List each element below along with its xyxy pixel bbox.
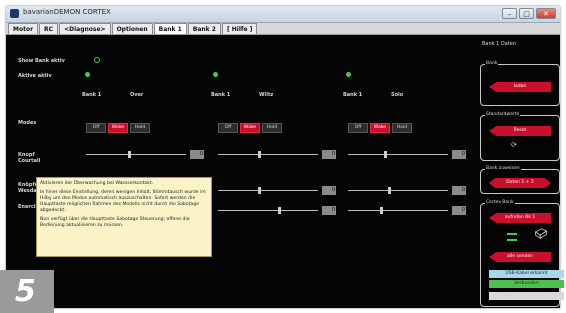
mode-selector-1: Off Wake Hold [86, 123, 150, 133]
value-box[interactable]: 0 [190, 150, 204, 159]
row-1-label: Knopf Courtall [18, 152, 41, 164]
column-1-name: Over [130, 92, 144, 98]
slider-r1-c3[interactable]: 0 [348, 150, 466, 160]
maximize-button[interactable]: □ [519, 8, 534, 19]
defaults-panel-title: Standardwerte [485, 112, 521, 117]
value-box[interactable]: 0 [322, 186, 336, 195]
reset-button[interactable]: Reset [489, 126, 551, 136]
tab-bar: Motor RC <Diagnose> Optionen Bank 1 Bank… [6, 23, 560, 35]
tab-rc[interactable]: RC [39, 23, 59, 34]
tooltip-line-3: Nun verfügt über die Haupttaste Sabotage… [40, 217, 190, 228]
mode-wake-button[interactable]: Wake [370, 123, 390, 133]
slider-r1-c1[interactable]: 0 [86, 150, 204, 160]
value-box[interactable]: 0 [452, 206, 466, 215]
mode-off-button[interactable]: Off [86, 123, 106, 133]
column-3-bank: Bank 1 [343, 92, 363, 98]
active-label: Aktive aktiv [18, 73, 52, 79]
show-bank-label: Show Bank aktiv [18, 58, 65, 64]
link-icon [507, 233, 517, 241]
window-title: bavarianDEMON CORTEX [23, 8, 111, 16]
column-3-name: Solo [391, 92, 404, 98]
minimize-button[interactable]: – [502, 8, 517, 19]
load-button[interactable]: laden [489, 82, 551, 92]
tab-bank-1[interactable]: Bank 1 [153, 23, 187, 34]
help-tooltip: Aktivieren der Überwachung bei Wassserko… [36, 177, 212, 257]
assign-panel-title: Bank zuweisen [485, 166, 521, 171]
bank-1-active-led [85, 72, 90, 77]
slider-r3-c3[interactable]: 0 [348, 206, 466, 216]
show-bank-led [94, 57, 100, 63]
tooltip-line-2: In hiner diese Einstellung, deren wenige… [40, 190, 206, 213]
refresh-icon: ⟳ [511, 141, 517, 149]
mode-off-button[interactable]: Off [348, 123, 368, 133]
value-box[interactable]: 0 [322, 206, 336, 215]
column-2-bank: Bank 1 [211, 92, 231, 98]
slider-r2-c3[interactable]: 0 [348, 186, 466, 196]
assign-bank-button[interactable]: Daten 1 + 2 [489, 178, 551, 188]
load-panel-title: Bank [485, 61, 499, 66]
figure-number: 5 [15, 274, 36, 309]
close-button[interactable]: ✕ [536, 8, 556, 19]
device-icon [534, 228, 548, 239]
column-1-bank: Bank 1 [82, 92, 102, 98]
app-logo-icon [10, 9, 19, 18]
send-all-button[interactable]: alle senden [489, 252, 551, 262]
load-panel: Bank laden [480, 61, 560, 106]
tooltip-line-1: Aktivieren der Überwachung bei Wassserko… [40, 181, 154, 186]
usb-status-bar: USB-Kabel erkannt [489, 270, 564, 278]
progress-bar [489, 292, 564, 300]
call-bank-button[interactable]: aufrufen Bk 1 [489, 213, 551, 223]
value-box[interactable]: 0 [452, 186, 466, 195]
title-bar: bavarianDEMON CORTEX – □ ✕ [6, 6, 560, 23]
app-window: bavarianDEMON CORTEX – □ ✕ Motor RC <Dia… [6, 6, 564, 308]
mode-hold-button[interactable]: Hold [130, 123, 150, 133]
assign-panel: Bank zuweisen Daten 1 + 2 [480, 166, 560, 194]
mode-selector-3: Off Wake Hold [348, 123, 412, 133]
defaults-panel: Standardwerte Reset ⟳ [480, 112, 560, 161]
mode-hold-button[interactable]: Hold [262, 123, 282, 133]
slider-r3-c2[interactable]: 0 [218, 206, 336, 216]
value-box[interactable]: 0 [452, 150, 466, 159]
slider-r1-c2[interactable]: 0 [218, 150, 336, 160]
cortex-panel-title: Cortex Bank [485, 200, 515, 205]
figure-number-badge: 5 [0, 270, 54, 313]
value-box[interactable]: 0 [322, 150, 336, 159]
mode-hold-button[interactable]: Hold [392, 123, 412, 133]
tab-bank-2[interactable]: Bank 2 [187, 23, 221, 34]
slider-r2-c2[interactable]: 0 [218, 186, 336, 196]
bank-2-active-led [213, 72, 218, 77]
tab-motor[interactable]: Motor [8, 23, 39, 34]
modes-label: Modes [18, 120, 37, 126]
cortex-bank-panel: Cortex Bank aufrufen Bk 1 alle senden US… [480, 200, 564, 307]
mode-off-button[interactable]: Off [218, 123, 238, 133]
connection-status-bar: Verbunden [489, 280, 564, 288]
tab-diagnose[interactable]: <Diagnose> [59, 23, 111, 34]
mode-selector-2: Off Wake Hold [218, 123, 282, 133]
mode-wake-button[interactable]: Wake [108, 123, 128, 133]
bank-panel: Show Bank aktiv Aktive aktiv Bank 1 Over… [6, 36, 564, 308]
tab-optionen[interactable]: Optionen [111, 23, 153, 34]
column-2-name: Wiltz [259, 92, 274, 98]
mode-wake-button[interactable]: Wake [240, 123, 260, 133]
tab-hilfe[interactable]: [ Hilfe ] [221, 23, 258, 34]
bank-3-active-led [346, 72, 351, 77]
sidebar-header: Bank 1 Daten [482, 41, 517, 47]
